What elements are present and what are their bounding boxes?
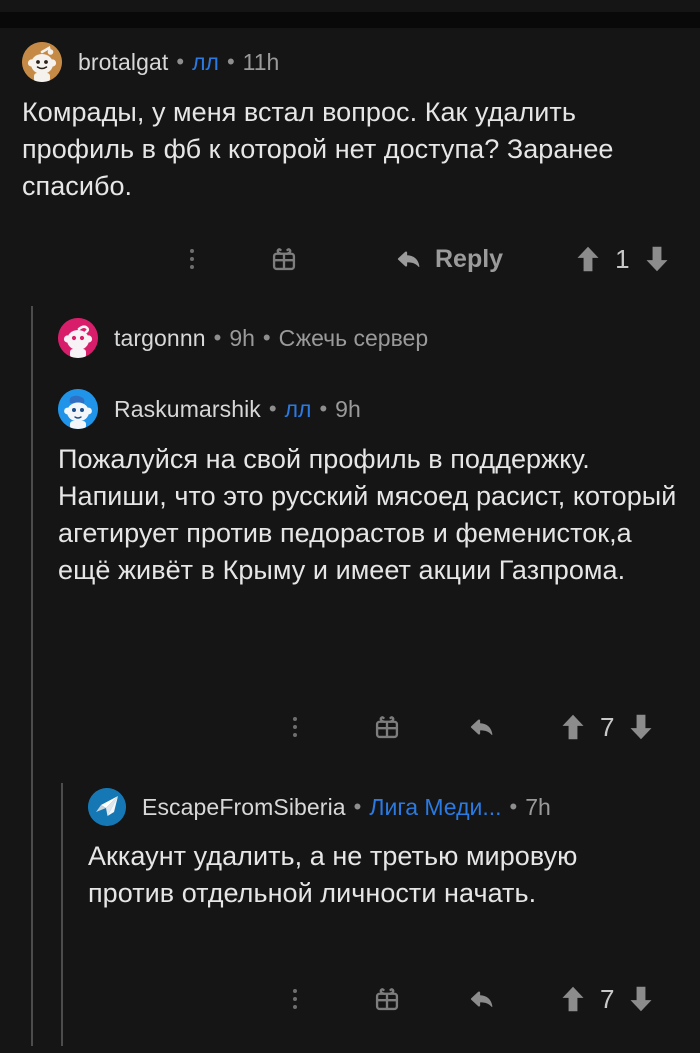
comment-1: brotalgat • лл • 11h Комрады, у меня вст… <box>22 42 682 205</box>
comment-3-flair[interactable]: лл <box>285 396 312 423</box>
gift-icon[interactable] <box>267 242 301 276</box>
comment-4-vote-count: 7 <box>600 983 615 1014</box>
comment-3-vote-group: 7 <box>560 712 654 743</box>
comment-3-vote-count: 7 <box>600 711 615 742</box>
comment-3-actions: 7 <box>278 710 678 744</box>
comment-2-flair: Сжечь сервер <box>278 324 429 351</box>
comment-1-sep-1: • <box>176 49 185 74</box>
gift-icon[interactable] <box>370 982 404 1016</box>
comment-3-header: Raskumarshik • лл • 9h <box>58 389 683 429</box>
comment-2-timestamp: 9h <box>229 324 255 351</box>
comment-3-author[interactable]: Raskumarshik <box>114 396 261 423</box>
comment-3-body: Пожалуйся на свой профиль в поддержку. Н… <box>58 444 677 585</box>
comment-3-sep-1: • <box>268 396 277 421</box>
paper-plane-avatar-blue-icon[interactable] <box>88 788 126 826</box>
comment-4-author[interactable]: EscapeFromSiberia <box>142 794 346 821</box>
comment-1-actions: Reply 1 <box>175 242 675 276</box>
comment-1-vote-group: 1 <box>575 244 669 275</box>
reply-arrow-icon <box>393 244 423 274</box>
comment-1-author[interactable]: brotalgat <box>78 49 168 76</box>
comment-4-flair[interactable]: Лига Меди... <box>369 794 501 821</box>
comment-thread-screen: brotalgat • лл • 11h Комрады, у меня вст… <box>0 0 700 1053</box>
comment-2: targonnn • 9h • Сжечь сервер <box>58 318 678 358</box>
comment-4-header: EscapeFromSiberia • Лига Меди... • 7h <box>88 788 683 826</box>
comment-4-body: Аккаунт удалить, а не третью мировую про… <box>88 841 578 908</box>
comment-1-timestamp: 11h <box>242 48 280 75</box>
comment-1-flair[interactable]: лл <box>192 49 219 76</box>
comment-1-vote-count: 1 <box>615 243 630 274</box>
comment-4-vote-group: 7 <box>560 984 654 1015</box>
more-vertical-icon[interactable] <box>278 982 312 1016</box>
comment-3-sep-2: • <box>319 396 328 421</box>
reply-arrow-icon[interactable] <box>464 982 498 1016</box>
comment-1-header: brotalgat • лл • 11h <box>22 42 682 82</box>
reply-arrow-icon[interactable] <box>464 710 498 744</box>
reply-button[interactable]: Reply <box>393 244 503 274</box>
thread-line-depth-1 <box>31 306 33 1046</box>
top-divider <box>0 12 700 28</box>
comment-4: EscapeFromSiberia • Лига Меди... • 7h Ак… <box>88 788 683 912</box>
downvote-arrow-icon[interactable] <box>628 985 654 1013</box>
comment-3: Raskumarshik • лл • 9h Пожалуйся на свой… <box>58 389 683 589</box>
comment-2-sep-1: • <box>213 325 222 350</box>
downvote-arrow-icon[interactable] <box>628 713 654 741</box>
snoo-avatar-orange-icon[interactable] <box>22 42 62 82</box>
reply-label: Reply <box>435 244 504 273</box>
comment-4-sep-2: • <box>509 794 518 819</box>
comment-2-sep-2: • <box>262 325 271 350</box>
downvote-arrow-icon[interactable] <box>644 245 670 273</box>
comment-4-actions: 7 <box>278 982 678 1016</box>
more-vertical-icon[interactable] <box>278 710 312 744</box>
snoo-avatar-blue-icon[interactable] <box>58 389 98 429</box>
comment-2-author[interactable]: targonnn <box>114 325 206 352</box>
comment-4-sep-1: • <box>353 794 362 819</box>
upvote-arrow-icon[interactable] <box>575 245 601 273</box>
comment-4-timestamp: 7h <box>525 793 551 820</box>
comment-2-header: targonnn • 9h • Сжечь сервер <box>58 318 678 358</box>
upvote-arrow-icon[interactable] <box>560 985 586 1013</box>
gift-icon[interactable] <box>370 710 404 744</box>
comment-1-body: Комрады, у меня встал вопрос. Как удалит… <box>22 97 614 201</box>
snoo-avatar-pink-icon[interactable] <box>58 318 98 358</box>
comment-3-timestamp: 9h <box>335 395 361 422</box>
comment-1-sep-2: • <box>226 49 235 74</box>
more-vertical-icon[interactable] <box>175 242 209 276</box>
thread-line-depth-2 <box>61 783 63 1046</box>
upvote-arrow-icon[interactable] <box>560 713 586 741</box>
